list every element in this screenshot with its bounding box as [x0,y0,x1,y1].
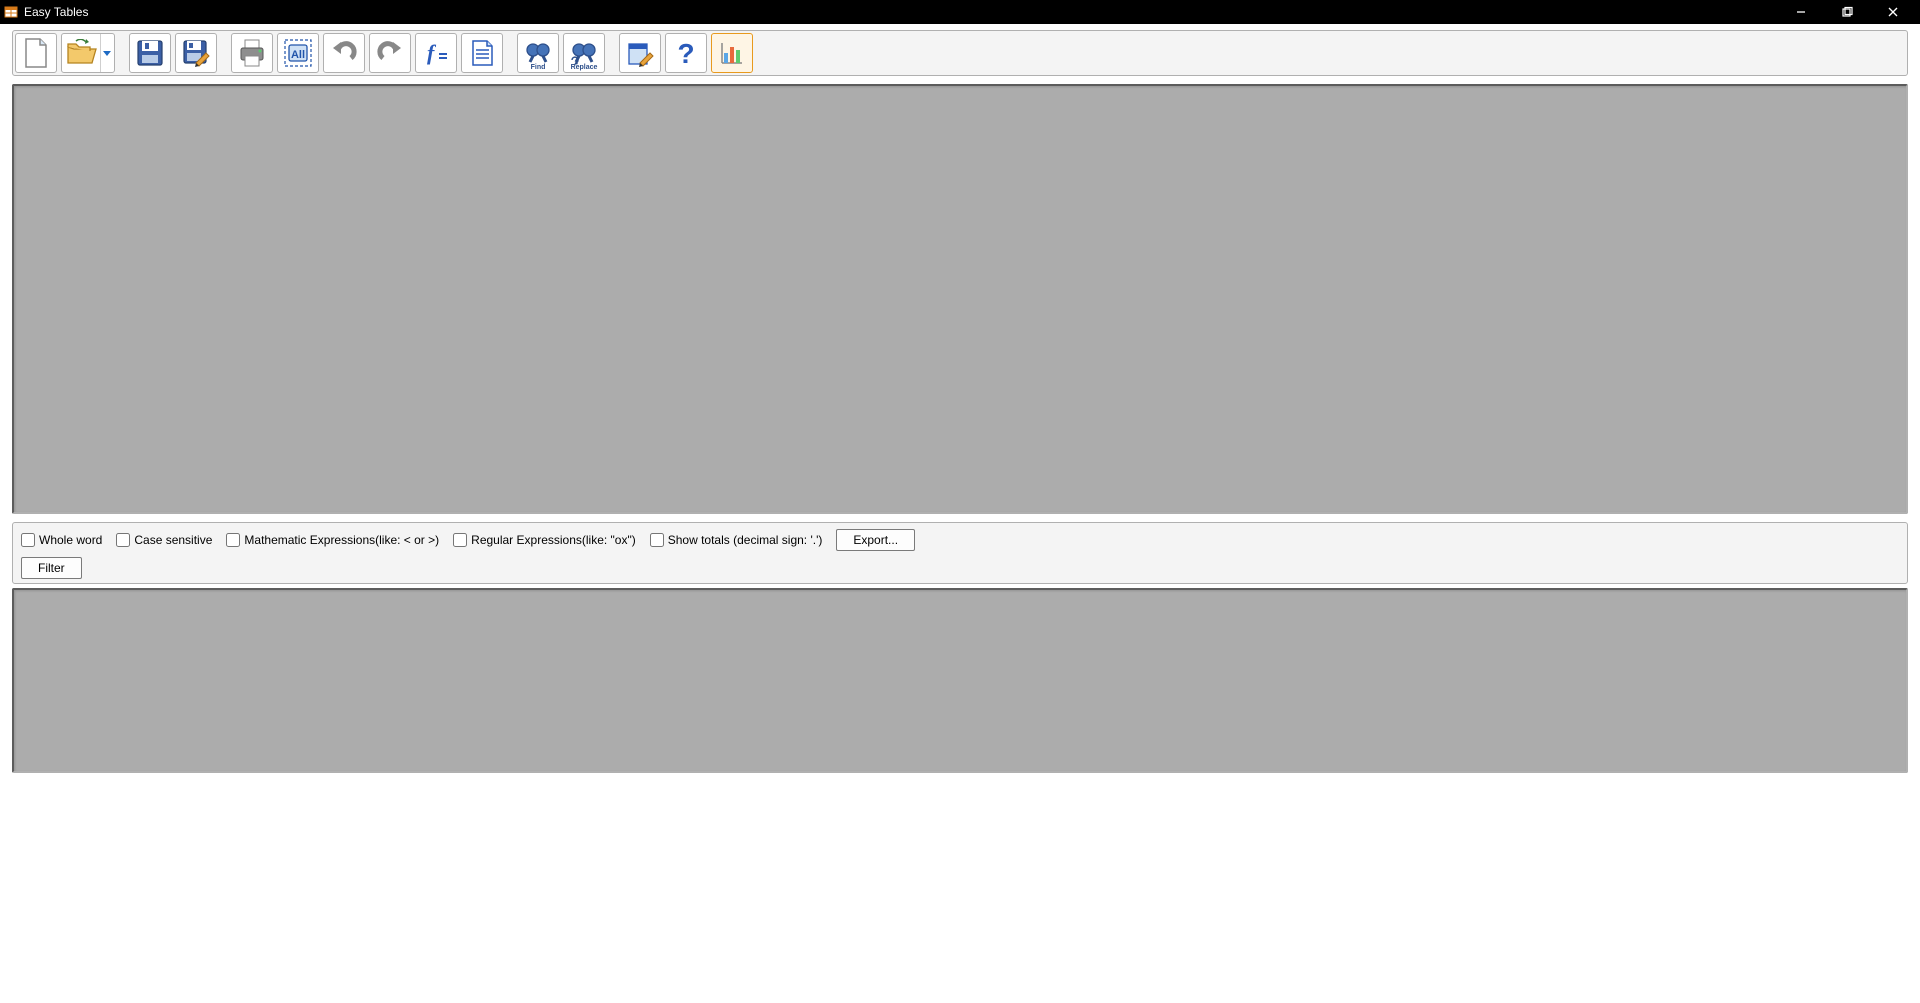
export-button[interactable]: Export... [836,529,915,551]
regex-label: Regular Expressions(like: "ox") [471,533,636,547]
math-expressions-label: Mathematic Expressions(like: < or >) [244,533,439,547]
help-button[interactable]: ? [665,33,707,73]
save-as-button[interactable] [175,33,217,73]
formula-button[interactable]: f [415,33,457,73]
chart-button[interactable] [711,33,753,73]
show-totals-checkbox[interactable]: Show totals (decimal sign: '.') [650,533,823,547]
case-sensitive-label: Case sensitive [134,533,212,547]
filter-bar: Whole word Case sensitive Mathematic Exp… [12,522,1908,584]
svg-text:?: ? [677,38,694,68]
results-area[interactable] [12,588,1908,773]
filter-button[interactable]: Filter [21,557,82,579]
save-edit-icon [181,38,211,68]
open-folder-icon [66,39,98,67]
undo-icon [329,38,359,68]
replace-button[interactable]: Replace [563,33,605,73]
save-button[interactable] [129,33,171,73]
svg-text:All: All [291,49,305,61]
whole-word-label: Whole word [39,533,102,547]
find-icon [522,40,554,66]
window-title: Easy Tables [24,5,88,19]
toolbar: All f [12,30,1908,76]
save-icon [135,38,165,68]
minimize-button[interactable] [1778,0,1824,24]
open-dropdown-arrow-icon[interactable] [100,34,112,72]
maximize-button[interactable] [1824,0,1870,24]
replace-icon [568,40,600,66]
regex-checkbox[interactable]: Regular Expressions(like: "ox") [453,533,636,547]
notes-pencil-icon [625,38,655,68]
app-icon [4,5,18,19]
formula-icon: f [421,38,451,68]
replace-label: Replace [564,64,604,71]
find-label: Find [518,64,558,71]
new-file-button[interactable] [15,33,57,73]
svg-text:f: f [427,40,437,65]
print-icon [237,38,267,68]
select-all-button[interactable]: All [277,33,319,73]
print-button[interactable] [231,33,273,73]
new-file-icon [21,37,51,69]
close-button[interactable] [1870,0,1916,24]
redo-icon [375,38,405,68]
redo-button[interactable] [369,33,411,73]
sheet-icon [467,38,497,68]
main-table-area[interactable] [12,84,1908,514]
find-button[interactable]: Find [517,33,559,73]
case-sensitive-checkbox[interactable]: Case sensitive [116,533,212,547]
columns-button[interactable] [461,33,503,73]
select-all-icon: All [282,37,314,69]
notes-button[interactable] [619,33,661,73]
whole-word-checkbox[interactable]: Whole word [21,533,102,547]
show-totals-label: Show totals (decimal sign: '.') [668,533,823,547]
help-icon: ? [672,38,700,68]
undo-button[interactable] [323,33,365,73]
math-expressions-checkbox[interactable]: Mathematic Expressions(like: < or >) [226,533,439,547]
chart-icon [718,39,746,67]
titlebar: Easy Tables [0,0,1920,24]
open-file-button[interactable] [61,33,115,73]
